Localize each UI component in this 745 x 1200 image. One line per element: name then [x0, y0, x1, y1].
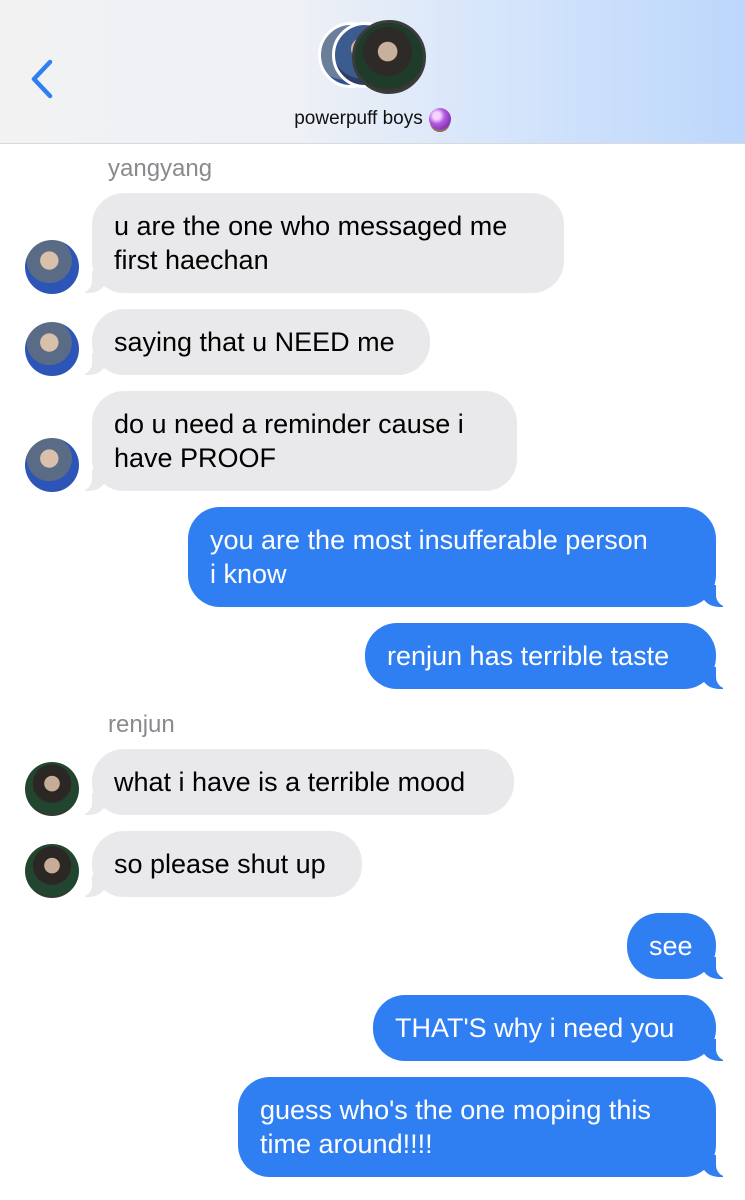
group-member-avatar [352, 20, 426, 94]
message-bubble-incoming[interactable]: do u need a reminder cause i have PROOF [76, 391, 517, 491]
chevron-left-icon [31, 59, 53, 99]
avatar[interactable] [25, 438, 79, 492]
message-bubble-incoming[interactable]: what i have is a terrible mood [76, 749, 514, 815]
message-bubble-outgoing[interactable]: see [627, 913, 732, 979]
group-avatar-stack[interactable] [318, 20, 430, 98]
back-button[interactable] [26, 56, 60, 102]
sender-label: renjun [108, 711, 175, 738]
crystal-ball-icon [428, 108, 451, 130]
message-bubble-incoming[interactable]: u are the one who messaged me first haec… [76, 193, 564, 293]
group-title-row[interactable]: powerpuff boys [0, 108, 745, 130]
message-bubble-outgoing[interactable]: you are the most insufferable person i k… [188, 507, 732, 607]
conversation-header: powerpuff boys [0, 0, 745, 144]
avatar[interactable] [25, 322, 79, 376]
avatar[interactable] [25, 762, 79, 816]
message-bubble-incoming[interactable]: saying that u NEED me [76, 309, 430, 375]
message-bubble-outgoing[interactable]: renjun has terrible taste [365, 623, 732, 689]
group-title: powerpuff boys [294, 108, 423, 129]
message-bubble-outgoing[interactable]: guess who's the one moping this time aro… [238, 1077, 732, 1177]
message-bubble-outgoing[interactable]: THAT'S why i need you [373, 995, 732, 1061]
avatar[interactable] [25, 240, 79, 294]
message-bubble-incoming[interactable]: so please shut up [76, 831, 362, 897]
sender-label: yangyang [108, 155, 213, 182]
avatar[interactable] [25, 844, 79, 898]
